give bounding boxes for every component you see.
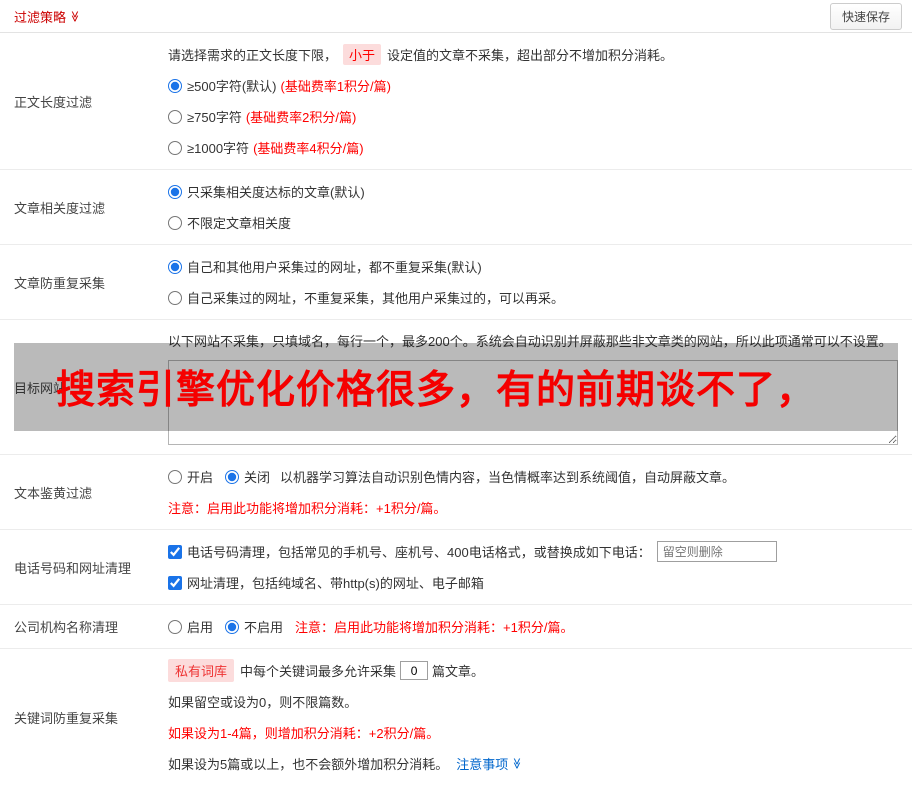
radio-dedup-global-input[interactable] — [168, 259, 182, 274]
radio-relevance-any-label: 不限定文章相关度 — [187, 216, 292, 231]
radio-relevance-any[interactable]: 不限定文章相关度 — [168, 213, 291, 232]
radio-relevance-any-input[interactable] — [168, 215, 182, 230]
less-than-highlight: 小于 — [343, 44, 382, 65]
chevron-down-icon: ≫ — [68, 10, 81, 22]
checkbox-phone-clean[interactable]: 电话号码清理，包括常见的手机号、座机号、400电话格式，或替换成如下电话： — [168, 542, 651, 561]
radio-length-500-note: (基础费率1积分/篇) — [280, 79, 391, 94]
radio-length-500-input[interactable] — [168, 78, 182, 93]
radio-company-on-label: 启用 — [187, 620, 214, 635]
length-filter-label: 正文长度过滤 — [14, 94, 93, 110]
radio-porn-off[interactable]: 关闭 — [225, 467, 270, 486]
intro-pre: 请选择需求的正文长度下限， — [168, 48, 338, 63]
checkbox-phone-clean-label: 电话号码清理，包括常见的手机号、座机号、400电话格式，或替换成如下电话： — [187, 545, 651, 560]
radio-length-750-note: (基础费率2积分/篇) — [245, 110, 357, 125]
page-title-text: 过滤策略 — [14, 9, 67, 25]
notice-link[interactable]: 注意事项 ≫ — [456, 754, 523, 773]
radio-dedup-global-label: 自己和其他用户采集过的网址，都不重复采集(默认) — [187, 260, 482, 275]
row-dedup: 文章防重复采集 自己和其他用户采集过的网址，都不重复采集(默认) 自己采集过的网… — [0, 245, 912, 320]
row-keyword-dedup: 关键词防重复采集 私有词库 中每个关键词最多允许采集 篇文章。 如果留空或设为0… — [0, 649, 912, 785]
row-length-filter: 正文长度过滤 请选择需求的正文长度下限， 小于 设定值的文章不采集，超出部分不增… — [0, 33, 912, 170]
row-phone-url: 电话号码和网址清理 电话号码清理，包括常见的手机号、座机号、400电话格式，或替… — [0, 530, 912, 605]
radio-length-750-input[interactable] — [168, 109, 182, 124]
checkbox-url-clean-label: 网址清理，包括纯域名、带http(s)的网址、电子邮箱 — [187, 576, 484, 591]
row-porn-filter: 文本鉴黄过滤 开启 关闭 以机器学习算法自动识别色情内容，当色情概率达到系统阈值… — [0, 455, 912, 530]
radio-dedup-self-label: 自己采集过的网址，不重复采集，其他用户采集过的，可以再采。 — [187, 291, 565, 306]
radio-company-off[interactable]: 不启用 — [225, 617, 283, 636]
radio-porn-on[interactable]: 开启 — [168, 467, 213, 486]
radio-length-500-label: ≥500字符(默认) — [187, 79, 277, 94]
radio-length-1000[interactable]: ≥1000字符 — [168, 138, 249, 157]
radio-length-1000-input[interactable] — [168, 140, 182, 155]
keyword-line2: 如果留空或设为0，则不限篇数。 — [168, 695, 358, 710]
company-clean-label: 公司机构名称清理 — [14, 620, 119, 635]
notice-link-text: 注意事项 — [456, 757, 509, 772]
relevance-filter-label: 文章相关度过滤 — [14, 200, 106, 216]
intro-post: 设定值的文章不采集，超出部分不增加积分消耗。 — [387, 48, 674, 63]
row-company-clean: 公司机构名称清理 启用 不启用 注意：启用此功能将增加积分消耗：+1积分/篇。 — [0, 605, 912, 649]
radio-porn-on-label: 开启 — [187, 470, 214, 485]
checkbox-url-clean[interactable]: 网址清理，包括纯域名、带http(s)的网址、电子邮箱 — [168, 573, 484, 592]
porn-filter-label: 文本鉴黄过滤 — [14, 485, 93, 501]
radio-porn-off-label: 关闭 — [244, 470, 271, 485]
radio-length-750[interactable]: ≥750字符 — [168, 107, 242, 126]
keyword-count-input[interactable] — [400, 661, 429, 680]
keyword-line4: 如果设为5篇或以上，也不会额外增加积分消耗。 — [168, 757, 449, 772]
company-clean-note: 注意：启用此功能将增加积分消耗：+1积分/篇。 — [295, 620, 574, 635]
radio-porn-on-input[interactable] — [168, 469, 182, 484]
radio-length-1000-label: ≥1000字符 — [187, 141, 250, 156]
keyword-line1-end: 篇文章。 — [432, 664, 485, 679]
page-title[interactable]: 过滤策略 ≫ — [14, 7, 81, 26]
checkbox-phone-clean-input[interactable] — [168, 544, 182, 559]
radio-company-off-input[interactable] — [225, 619, 240, 634]
keyword-line3: 如果设为1-4篇，则增加积分消耗：+2积分/篇。 — [168, 726, 440, 741]
radio-relevance-strict-input[interactable] — [168, 184, 182, 199]
dedup-label: 文章防重复采集 — [14, 275, 106, 291]
watermark-text: 搜索引擎优化价格很多，有的前期谈不了， — [56, 369, 817, 412]
radio-dedup-self-input[interactable] — [168, 290, 182, 305]
radio-length-1000-note: (基础费率4积分/篇) — [253, 141, 364, 156]
radio-length-500[interactable]: ≥500字符(默认) — [168, 76, 276, 95]
radio-dedup-self[interactable]: 自己采集过的网址，不重复采集，其他用户采集过的，可以再采。 — [168, 288, 564, 307]
private-lexicon-badge[interactable]: 私有词库 — [168, 659, 235, 682]
phone-url-label: 电话号码和网址清理 — [14, 560, 132, 576]
watermark-overlay: 搜索引擎优化价格很多，有的前期谈不了， — [14, 343, 898, 431]
radio-porn-off-input[interactable] — [225, 469, 240, 484]
radio-company-off-label: 不启用 — [244, 620, 284, 635]
porn-filter-desc: 以机器学习算法自动识别色情内容，当色情概率达到系统阈值，自动屏蔽文章。 — [280, 470, 736, 485]
keyword-line1-mid: 中每个关键词最多允许采集 — [240, 664, 397, 679]
porn-filter-note: 注意：启用此功能将增加积分消耗：+1积分/篇。 — [168, 501, 447, 516]
quick-save-button[interactable]: 快速保存 — [829, 2, 902, 30]
radio-relevance-strict[interactable]: 只采集相关度达标的文章(默认) — [168, 182, 365, 201]
row-relevance-filter: 文章相关度过滤 只采集相关度达标的文章(默认) 不限定文章相关度 — [0, 170, 912, 245]
length-filter-intro: 请选择需求的正文长度下限， 小于 设定值的文章不采集，超出部分不增加积分消耗。 — [168, 39, 898, 70]
radio-length-750-label: ≥750字符 — [187, 110, 242, 125]
radio-company-on[interactable]: 启用 — [168, 617, 213, 636]
radio-relevance-strict-label: 只采集相关度达标的文章(默认) — [187, 185, 365, 200]
radio-company-on-input[interactable] — [168, 619, 182, 634]
checkbox-url-clean-input[interactable] — [168, 575, 182, 590]
radio-dedup-global[interactable]: 自己和其他用户采集过的网址，都不重复采集(默认) — [168, 257, 482, 276]
keyword-dedup-label: 关键词防重复采集 — [14, 710, 119, 726]
header: 过滤策略 ≫ 快速保存 — [0, 0, 912, 33]
phone-replace-input[interactable] — [656, 541, 777, 562]
